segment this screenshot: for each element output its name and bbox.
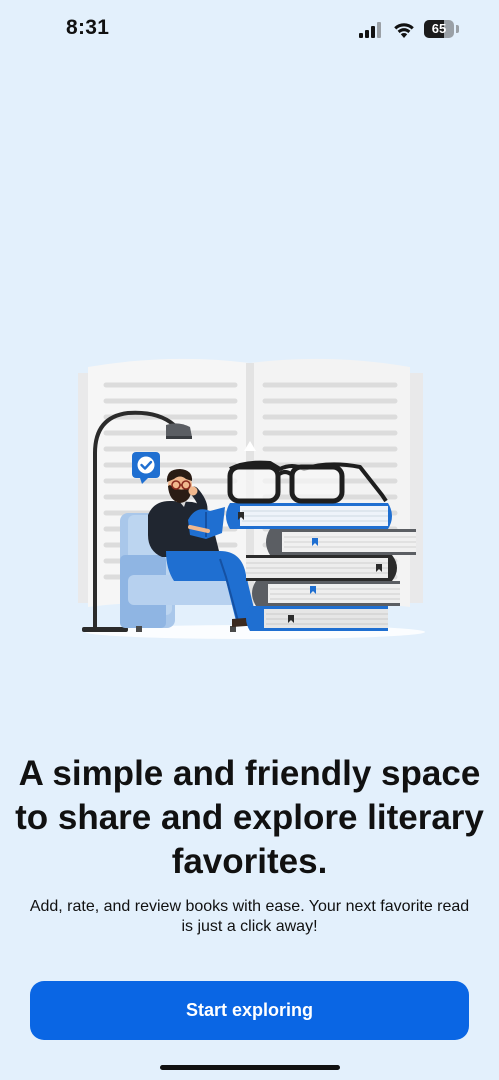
onboarding-headline: A simple and friendly space to share and…: [15, 754, 484, 881]
status-time: 8:31: [66, 16, 110, 39]
battery-level: 65: [431, 21, 447, 36]
wifi-icon: [394, 23, 414, 38]
person-reading-with-books-illustration: [78, 358, 425, 639]
status-bar: 8:31 65: [0, 0, 499, 60]
cellular-signal-icon: [359, 22, 381, 38]
home-indicator[interactable]: [160, 1065, 340, 1070]
battery-icon: 65: [424, 20, 454, 38]
battery-cap: [456, 25, 459, 33]
onboarding-subtext: Add, rate, and review books with ease. Y…: [29, 898, 470, 935]
start-exploring-button[interactable]: Start exploring: [30, 981, 469, 1040]
book-stack: [226, 503, 416, 631]
